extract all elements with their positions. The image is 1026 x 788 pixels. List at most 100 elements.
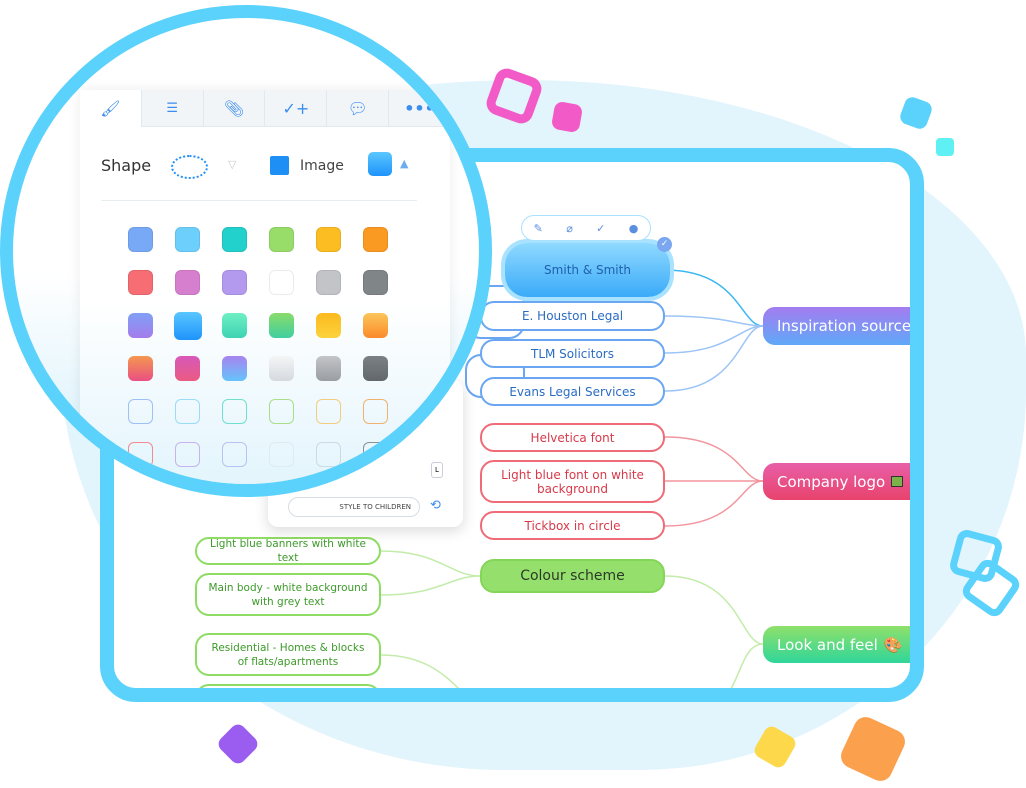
color-swatch[interactable] bbox=[128, 442, 153, 467]
node-label: Helvetica font bbox=[530, 430, 615, 445]
deco-pink-square bbox=[550, 100, 584, 134]
color-swatch[interactable] bbox=[128, 270, 153, 295]
color-swatch[interactable] bbox=[363, 356, 388, 381]
divider bbox=[101, 200, 417, 201]
color-swatch[interactable] bbox=[222, 356, 247, 381]
connector bbox=[664, 575, 764, 645]
style-panel-magnified: 🖌 ☰ 📎︎ ✓+ 💬︎ ••• Shape ▽ Image ▲ bbox=[80, 90, 450, 484]
chevron-down-icon[interactable]: ▽ bbox=[228, 158, 236, 171]
panel-tabs: 🖌 ☰ 📎︎ ✓+ 💬︎ ••• bbox=[80, 90, 450, 127]
color-swatch[interactable] bbox=[269, 270, 294, 295]
history-icon[interactable]: ⟲ bbox=[430, 498, 441, 513]
connector bbox=[664, 325, 764, 354]
color-swatch[interactable] bbox=[269, 399, 294, 424]
color-swatch[interactable] bbox=[175, 442, 200, 467]
color-swatch[interactable] bbox=[269, 313, 294, 338]
tab-more[interactable]: ••• bbox=[388, 90, 450, 127]
add-image-icon[interactable] bbox=[270, 156, 289, 175]
color-swatch[interactable] bbox=[222, 270, 247, 295]
connector bbox=[664, 325, 764, 392]
node-label: Company logo bbox=[777, 472, 886, 491]
node-inspiration-sources[interactable]: Inspiration sources bbox=[763, 307, 919, 345]
more-icon: ••• bbox=[404, 98, 435, 118]
tab-tasks[interactable]: ✓+ bbox=[264, 90, 327, 127]
tab-attachments[interactable]: 📎︎ bbox=[202, 90, 265, 127]
color-swatch[interactable] bbox=[269, 356, 294, 381]
color-swatch[interactable] bbox=[269, 227, 294, 252]
connector bbox=[664, 436, 764, 482]
comment-icon: 💬︎ bbox=[347, 98, 368, 118]
color-swatch[interactable] bbox=[128, 313, 153, 338]
color-swatch[interactable] bbox=[269, 442, 294, 467]
deco-blue-square bbox=[898, 95, 934, 131]
paintbrush-icon: 🖌 bbox=[100, 99, 121, 118]
color-swatch[interactable] bbox=[316, 442, 341, 467]
color-swatch[interactable] bbox=[363, 442, 388, 467]
apply-style-to-children-button[interactable]: STYLE TO CHILDREN bbox=[288, 497, 420, 517]
node-residential[interactable]: Residential - Homes & blocks of flats/ap… bbox=[195, 633, 381, 676]
color-swatch[interactable] bbox=[175, 270, 200, 295]
chevron-up-icon[interactable]: ▲ bbox=[400, 157, 408, 170]
node-label: Inspiration sources bbox=[777, 317, 919, 335]
tab-comments[interactable]: 💬︎ bbox=[326, 90, 389, 127]
color-swatch[interactable] bbox=[173, 311, 202, 340]
node-company-logo[interactable]: Company logo bbox=[763, 463, 910, 500]
node-label: Look and feel bbox=[777, 635, 878, 654]
task-add-icon[interactable]: ✓ bbox=[596, 222, 605, 235]
color-swatch[interactable] bbox=[128, 356, 153, 381]
color-swatch[interactable] bbox=[222, 313, 247, 338]
node-look-and-feel[interactable]: Look and feel 🎨 bbox=[763, 626, 910, 663]
node-light-blue-font[interactable]: Light blue font on white background bbox=[480, 460, 665, 503]
node-light-blue-banners[interactable]: Light blue banners with white text bbox=[195, 537, 381, 565]
color-swatch[interactable] bbox=[316, 270, 341, 295]
color-swatch[interactable] bbox=[222, 442, 247, 467]
tab-format[interactable]: 🖌 bbox=[80, 90, 141, 127]
color-swatch[interactable] bbox=[128, 227, 153, 252]
node-label: Colour scheme bbox=[520, 568, 625, 584]
node-label: E. Houston Legal bbox=[521, 309, 624, 323]
color-swatch[interactable] bbox=[316, 313, 341, 338]
color-swatch[interactable] bbox=[363, 227, 388, 252]
node-label: Light blue banners with white text bbox=[210, 538, 366, 564]
node-smith-and-smith[interactable]: Smith & Smith bbox=[505, 243, 670, 297]
paperclip-icon: 📎︎ bbox=[223, 98, 245, 118]
checkbox-icon[interactable]: ✓ bbox=[657, 237, 672, 252]
image-label[interactable]: Image bbox=[300, 158, 344, 174]
node-main-body[interactable]: Main body - white background with grey t… bbox=[195, 573, 381, 616]
deco-cyan-square bbox=[936, 138, 954, 156]
pencil-icon[interactable]: ✎ bbox=[534, 222, 543, 235]
shape-cloud-selector[interactable] bbox=[171, 155, 208, 179]
deco-purple-diamond bbox=[215, 721, 261, 767]
color-swatch[interactable] bbox=[363, 399, 388, 424]
color-swatch[interactable] bbox=[363, 270, 388, 295]
node-tickbox-in-circle[interactable]: Tickbox in circle bbox=[480, 511, 665, 540]
connector bbox=[380, 550, 481, 577]
node-helvetica-font[interactable]: Helvetica font bbox=[480, 423, 665, 452]
color-swatch[interactable] bbox=[316, 356, 341, 381]
color-swatch[interactable] bbox=[316, 399, 341, 424]
node-e-houston-legal[interactable]: E. Houston Legal bbox=[480, 301, 665, 331]
paperclip-icon[interactable]: ⌀ bbox=[566, 222, 573, 235]
node-label: Smith & Smith bbox=[544, 263, 631, 277]
color-swatch[interactable] bbox=[175, 399, 200, 424]
node-label: Residential - Homes & blocks of flats/ap… bbox=[211, 641, 365, 668]
node-label: TLM Solicitors bbox=[531, 346, 614, 361]
node-evans-legal-services[interactable]: Evans Legal Services bbox=[480, 377, 665, 406]
node-colour-scheme[interactable]: Colour scheme bbox=[480, 559, 665, 593]
comment-icon[interactable]: ● bbox=[629, 222, 639, 235]
deco-orange-square bbox=[837, 713, 909, 785]
color-swatch[interactable] bbox=[222, 227, 247, 252]
color-swatch[interactable] bbox=[363, 313, 388, 338]
color-swatch[interactable] bbox=[222, 399, 247, 424]
color-swatch[interactable] bbox=[316, 227, 341, 252]
color-swatch[interactable] bbox=[175, 227, 200, 252]
shape-label: Shape bbox=[101, 156, 152, 175]
color-swatch[interactable] bbox=[128, 399, 153, 424]
tab-notes[interactable]: ☰ bbox=[140, 90, 203, 127]
node-tlm-solicitors[interactable]: TLM Solicitors bbox=[480, 339, 665, 368]
fill-color-button[interactable] bbox=[368, 152, 392, 176]
node-label: Evans Legal Services bbox=[509, 384, 636, 399]
node-label: Main body - white background with grey t… bbox=[208, 581, 368, 608]
connector bbox=[664, 480, 764, 527]
color-swatch[interactable] bbox=[175, 356, 200, 381]
